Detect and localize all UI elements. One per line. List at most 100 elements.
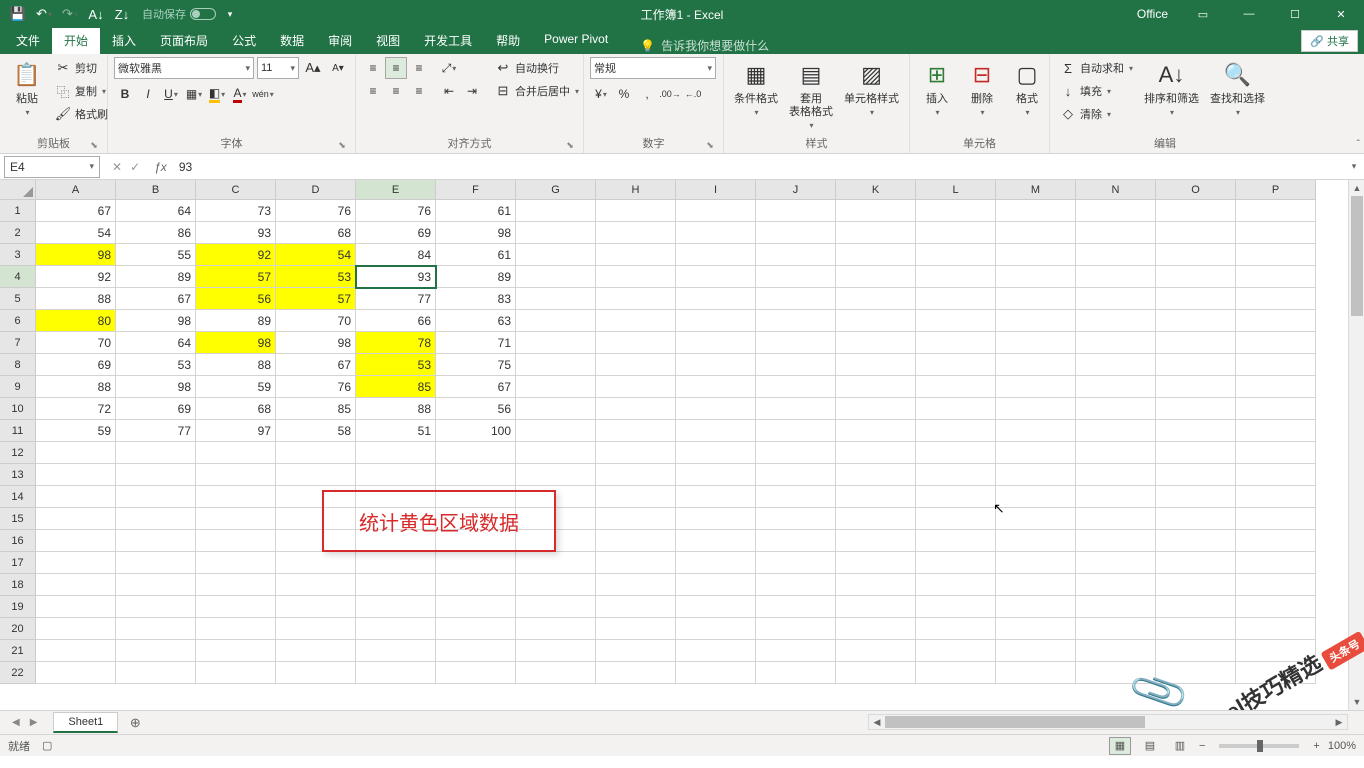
page-break-view-button[interactable]: ▥: [1169, 737, 1191, 755]
cell-N3[interactable]: [1076, 244, 1156, 266]
align-bottom-button[interactable]: ≡: [408, 57, 430, 79]
cell-D22[interactable]: [276, 662, 356, 684]
cell-G22[interactable]: [516, 662, 596, 684]
cell-F4[interactable]: 89: [436, 266, 516, 288]
clipboard-launcher[interactable]: ⬊: [88, 139, 100, 151]
cell-C11[interactable]: 97: [196, 420, 276, 442]
cell-J13[interactable]: [756, 464, 836, 486]
font-color-button[interactable]: A▾: [229, 83, 251, 105]
cell-N11[interactable]: [1076, 420, 1156, 442]
sort-filter-button[interactable]: A↓排序和筛选▾: [1140, 57, 1203, 119]
cell-D6[interactable]: 70: [276, 310, 356, 332]
cell-B1[interactable]: 64: [116, 200, 196, 222]
cell-M3[interactable]: [996, 244, 1076, 266]
col-header-L[interactable]: L: [916, 180, 996, 200]
cell-A3[interactable]: 98: [36, 244, 116, 266]
cell-I5[interactable]: [676, 288, 756, 310]
collapse-ribbon-button[interactable]: ˆ: [1357, 139, 1360, 150]
cell-M20[interactable]: [996, 618, 1076, 640]
cell-A5[interactable]: 88: [36, 288, 116, 310]
cell-K12[interactable]: [836, 442, 916, 464]
inc-decimal-button[interactable]: .00→: [659, 83, 681, 105]
cell-N16[interactable]: [1076, 530, 1156, 552]
cell-C19[interactable]: [196, 596, 276, 618]
cell-C20[interactable]: [196, 618, 276, 640]
cell-K15[interactable]: [836, 508, 916, 530]
cell-E7[interactable]: 78: [356, 332, 436, 354]
cell-J12[interactable]: [756, 442, 836, 464]
qat-more-button[interactable]: ▾: [218, 2, 242, 26]
cell-A20[interactable]: [36, 618, 116, 640]
row-header-14[interactable]: 14: [0, 486, 36, 508]
cell-H3[interactable]: [596, 244, 676, 266]
accept-formula-button[interactable]: ✓: [130, 160, 140, 174]
cell-L12[interactable]: [916, 442, 996, 464]
ribbon-tab-6[interactable]: 审阅: [316, 28, 364, 54]
cell-O14[interactable]: [1156, 486, 1236, 508]
cell-D19[interactable]: [276, 596, 356, 618]
cell-O7[interactable]: [1156, 332, 1236, 354]
cell-A15[interactable]: [36, 508, 116, 530]
cell-E17[interactable]: [356, 552, 436, 574]
percent-button[interactable]: %: [613, 83, 635, 105]
cell-L16[interactable]: [916, 530, 996, 552]
cell-M6[interactable]: [996, 310, 1076, 332]
cell-C17[interactable]: [196, 552, 276, 574]
cell-P10[interactable]: [1236, 398, 1316, 420]
cell-H12[interactable]: [596, 442, 676, 464]
cell-M21[interactable]: [996, 640, 1076, 662]
cell-I7[interactable]: [676, 332, 756, 354]
sheet-tab-sheet1[interactable]: Sheet1: [53, 712, 118, 733]
cell-A12[interactable]: [36, 442, 116, 464]
cell-L15[interactable]: [916, 508, 996, 530]
cell-F22[interactable]: [436, 662, 516, 684]
align-right-button[interactable]: ≡: [408, 80, 430, 102]
cell-N6[interactable]: [1076, 310, 1156, 332]
cell-J7[interactable]: [756, 332, 836, 354]
align-launcher[interactable]: ⬊: [564, 139, 576, 151]
cell-J10[interactable]: [756, 398, 836, 420]
cell-N17[interactable]: [1076, 552, 1156, 574]
cell-I4[interactable]: [676, 266, 756, 288]
cell-B22[interactable]: [116, 662, 196, 684]
row-header-3[interactable]: 3: [0, 244, 36, 266]
cell-P8[interactable]: [1236, 354, 1316, 376]
cell-A1[interactable]: 67: [36, 200, 116, 222]
cell-H7[interactable]: [596, 332, 676, 354]
macro-record-icon[interactable]: ▢: [42, 739, 52, 752]
cell-J17[interactable]: [756, 552, 836, 574]
row-header-8[interactable]: 8: [0, 354, 36, 376]
cell-O4[interactable]: [1156, 266, 1236, 288]
cell-A22[interactable]: [36, 662, 116, 684]
col-header-C[interactable]: C: [196, 180, 276, 200]
cell-K6[interactable]: [836, 310, 916, 332]
cell-H13[interactable]: [596, 464, 676, 486]
cell-A14[interactable]: [36, 486, 116, 508]
cell-H2[interactable]: [596, 222, 676, 244]
cell-N15[interactable]: [1076, 508, 1156, 530]
cell-N10[interactable]: [1076, 398, 1156, 420]
expand-formula-bar[interactable]: ▾: [1344, 161, 1364, 172]
cell-D9[interactable]: 76: [276, 376, 356, 398]
cell-P14[interactable]: [1236, 486, 1316, 508]
col-header-G[interactable]: G: [516, 180, 596, 200]
align-middle-button[interactable]: ≡: [385, 57, 407, 79]
zoom-slider[interactable]: [1219, 744, 1299, 748]
vertical-scrollbar[interactable]: ▲ ▼: [1348, 180, 1364, 710]
cell-M13[interactable]: [996, 464, 1076, 486]
cell-G1[interactable]: [516, 200, 596, 222]
cell-I12[interactable]: [676, 442, 756, 464]
ribbon-tab-10[interactable]: Power Pivot: [532, 28, 620, 54]
cell-N1[interactable]: [1076, 200, 1156, 222]
ribbon-tab-2[interactable]: 插入: [100, 28, 148, 54]
underline-button[interactable]: U▾: [160, 83, 182, 105]
cell-E21[interactable]: [356, 640, 436, 662]
align-top-button[interactable]: ≡: [362, 57, 384, 79]
redo-button[interactable]: ↷▾: [58, 2, 82, 26]
currency-button[interactable]: ¥▾: [590, 83, 612, 105]
cell-H1[interactable]: [596, 200, 676, 222]
cell-N21[interactable]: [1076, 640, 1156, 662]
cell-N8[interactable]: [1076, 354, 1156, 376]
tab-nav-next[interactable]: ▶: [30, 717, 38, 728]
cell-J11[interactable]: [756, 420, 836, 442]
